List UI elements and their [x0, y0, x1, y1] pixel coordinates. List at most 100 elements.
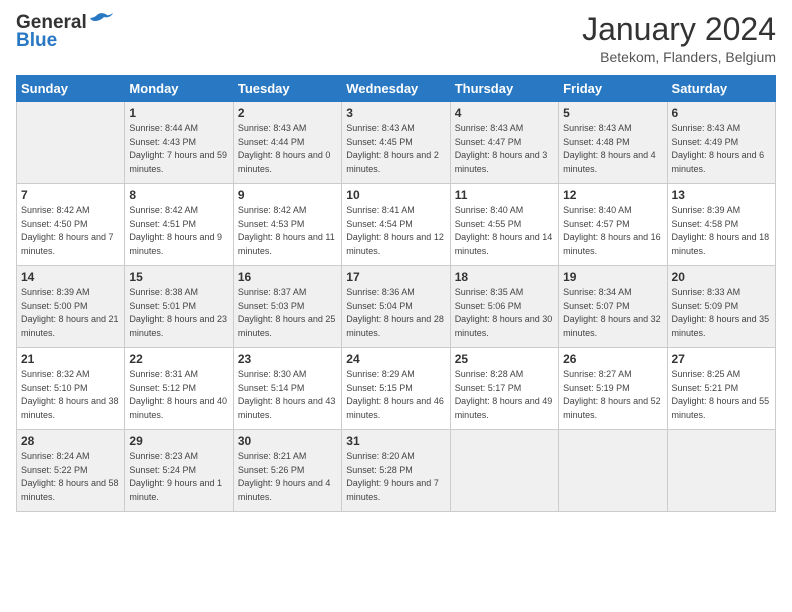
calendar-cell: 4 Sunrise: 8:43 AMSunset: 4:47 PMDaylight… — [450, 102, 558, 184]
day-number: 2 — [238, 106, 337, 120]
calendar-cell: 12 Sunrise: 8:40 AMSunset: 4:57 PMDayligh… — [559, 184, 667, 266]
day-info: Sunrise: 8:33 AMSunset: 5:09 PMDaylight:… — [672, 287, 770, 338]
calendar-cell: 5Sunrise: 8:43 AMSunset: 4:48 PMDaylight… — [559, 102, 667, 184]
calendar-cell: 6 Sunrise: 8:43 AMSunset: 4:49 PMDaylight… — [667, 102, 775, 184]
day-info: Sunrise: 8:23 AMSunset: 5:24 PMDaylight:… — [129, 451, 222, 502]
calendar-cell — [17, 102, 125, 184]
calendar-cell: 30 Sunrise: 8:21 AMSunset: 5:26 PMDayligh… — [233, 430, 341, 512]
day-info: Sunrise: 8:43 AMSunset: 4:48 PMDaylight:… — [563, 123, 656, 174]
day-info: Sunrise: 8:29 AMSunset: 5:15 PMDaylight:… — [346, 369, 444, 420]
day-info: Sunrise: 8:43 AMSunset: 4:47 PMDaylight:… — [455, 123, 548, 174]
calendar-cell: 11 Sunrise: 8:40 AMSunset: 4:55 PMDayligh… — [450, 184, 558, 266]
calendar-cell: 3 Sunrise: 8:43 AMSunset: 4:45 PMDaylight… — [342, 102, 450, 184]
calendar-cell — [559, 430, 667, 512]
day-info: Sunrise: 8:42 AMSunset: 4:51 PMDaylight:… — [129, 205, 222, 256]
day-info: Sunrise: 8:20 AMSunset: 5:28 PMDaylight:… — [346, 451, 439, 502]
calendar-cell — [450, 430, 558, 512]
day-number: 14 — [21, 270, 120, 284]
location-subtitle: Betekom, Flanders, Belgium — [582, 49, 776, 65]
calendar-cell: 31Sunrise: 8:20 AMSunset: 5:28 PMDayligh… — [342, 430, 450, 512]
header-sunday: Sunday — [17, 76, 125, 102]
calendar-week-4: 21 Sunrise: 8:32 AMSunset: 5:10 PMDayligh… — [17, 348, 776, 430]
page-container: General Blue January 2024 Betekom, Fland… — [0, 0, 792, 522]
header-monday: Monday — [125, 76, 233, 102]
day-number: 25 — [455, 352, 554, 366]
day-info: Sunrise: 8:27 AMSunset: 5:19 PMDaylight:… — [563, 369, 661, 420]
day-number: 13 — [672, 188, 771, 202]
day-number: 16 — [238, 270, 337, 284]
header-friday: Friday — [559, 76, 667, 102]
day-info: Sunrise: 8:42 AMSunset: 4:50 PMDaylight:… — [21, 205, 114, 256]
calendar-cell: 24 Sunrise: 8:29 AMSunset: 5:15 PMDayligh… — [342, 348, 450, 430]
day-info: Sunrise: 8:43 AMSunset: 4:45 PMDaylight:… — [346, 123, 439, 174]
calendar-cell: 26 Sunrise: 8:27 AMSunset: 5:19 PMDayligh… — [559, 348, 667, 430]
day-number: 7 — [21, 188, 120, 202]
day-number: 15 — [129, 270, 228, 284]
day-number: 26 — [563, 352, 662, 366]
header-saturday: Saturday — [667, 76, 775, 102]
calendar-week-3: 14 Sunrise: 8:39 AMSunset: 5:00 PMDayligh… — [17, 266, 776, 348]
calendar-cell: 22 Sunrise: 8:31 AMSunset: 5:12 PMDayligh… — [125, 348, 233, 430]
header-thursday: Thursday — [450, 76, 558, 102]
day-number: 19 — [563, 270, 662, 284]
day-info: Sunrise: 8:39 AMSunset: 5:00 PMDaylight:… — [21, 287, 119, 338]
day-info: Sunrise: 8:28 AMSunset: 5:17 PMDaylight:… — [455, 369, 553, 420]
calendar-week-2: 7 Sunrise: 8:42 AMSunset: 4:50 PMDaylight… — [17, 184, 776, 266]
calendar-header-row: Sunday Monday Tuesday Wednesday Thursday… — [17, 76, 776, 102]
logo-blue: Blue — [16, 30, 57, 52]
day-number: 12 — [563, 188, 662, 202]
header-wednesday: Wednesday — [342, 76, 450, 102]
day-info: Sunrise: 8:38 AMSunset: 5:01 PMDaylight:… — [129, 287, 227, 338]
day-number: 22 — [129, 352, 228, 366]
calendar-table: Sunday Monday Tuesday Wednesday Thursday… — [16, 75, 776, 512]
day-number: 27 — [672, 352, 771, 366]
day-number: 10 — [346, 188, 445, 202]
calendar-cell: 9Sunrise: 8:42 AMSunset: 4:53 PMDaylight… — [233, 184, 341, 266]
day-info: Sunrise: 8:44 AMSunset: 4:43 PMDaylight:… — [129, 123, 227, 174]
calendar-cell: 8Sunrise: 8:42 AMSunset: 4:51 PMDaylight… — [125, 184, 233, 266]
calendar-cell: 21 Sunrise: 8:32 AMSunset: 5:10 PMDayligh… — [17, 348, 125, 430]
day-number: 21 — [21, 352, 120, 366]
calendar-cell: 29 Sunrise: 8:23 AMSunset: 5:24 PMDayligh… — [125, 430, 233, 512]
calendar-cell: 1Sunrise: 8:44 AMSunset: 4:43 PMDaylight… — [125, 102, 233, 184]
calendar-cell: 13 Sunrise: 8:39 AMSunset: 4:58 PMDayligh… — [667, 184, 775, 266]
day-number: 4 — [455, 106, 554, 120]
day-info: Sunrise: 8:24 AMSunset: 5:22 PMDaylight:… — [21, 451, 119, 502]
day-number: 24 — [346, 352, 445, 366]
calendar-cell: 19Sunrise: 8:34 AMSunset: 5:07 PMDayligh… — [559, 266, 667, 348]
day-number: 30 — [238, 434, 337, 448]
day-number: 18 — [455, 270, 554, 284]
calendar-cell: 16 Sunrise: 8:37 AMSunset: 5:03 PMDayligh… — [233, 266, 341, 348]
calendar-cell: 27 Sunrise: 8:25 AMSunset: 5:21 PMDayligh… — [667, 348, 775, 430]
calendar-cell: 10 Sunrise: 8:41 AMSunset: 4:54 PMDayligh… — [342, 184, 450, 266]
day-info: Sunrise: 8:31 AMSunset: 5:12 PMDaylight:… — [129, 369, 227, 420]
day-number: 17 — [346, 270, 445, 284]
logo: General Blue — [16, 12, 115, 52]
day-info: Sunrise: 8:21 AMSunset: 5:26 PMDaylight:… — [238, 451, 331, 502]
day-number: 11 — [455, 188, 554, 202]
day-info: Sunrise: 8:32 AMSunset: 5:10 PMDaylight:… — [21, 369, 119, 420]
header-tuesday: Tuesday — [233, 76, 341, 102]
calendar-cell: 2Sunrise: 8:43 AMSunset: 4:44 PMDaylight… — [233, 102, 341, 184]
calendar-cell: 17Sunrise: 8:36 AMSunset: 5:04 PMDayligh… — [342, 266, 450, 348]
calendar-week-5: 28Sunrise: 8:24 AMSunset: 5:22 PMDayligh… — [17, 430, 776, 512]
day-info: Sunrise: 8:42 AMSunset: 4:53 PMDaylight:… — [238, 205, 335, 256]
month-title: January 2024 — [582, 12, 776, 47]
calendar-week-1: 1Sunrise: 8:44 AMSunset: 4:43 PMDaylight… — [17, 102, 776, 184]
day-number: 3 — [346, 106, 445, 120]
logo-bird-icon — [89, 11, 115, 33]
day-info: Sunrise: 8:40 AMSunset: 4:57 PMDaylight:… — [563, 205, 661, 256]
title-block: January 2024 Betekom, Flanders, Belgium — [582, 12, 776, 65]
day-number: 23 — [238, 352, 337, 366]
day-number: 6 — [672, 106, 771, 120]
day-number: 29 — [129, 434, 228, 448]
day-info: Sunrise: 8:25 AMSunset: 5:21 PMDaylight:… — [672, 369, 770, 420]
calendar-cell — [667, 430, 775, 512]
day-info: Sunrise: 8:43 AMSunset: 4:49 PMDaylight:… — [672, 123, 765, 174]
day-info: Sunrise: 8:39 AMSunset: 4:58 PMDaylight:… — [672, 205, 770, 256]
calendar-cell: 18 Sunrise: 8:35 AMSunset: 5:06 PMDayligh… — [450, 266, 558, 348]
day-info: Sunrise: 8:40 AMSunset: 4:55 PMDaylight:… — [455, 205, 553, 256]
day-info: Sunrise: 8:41 AMSunset: 4:54 PMDaylight:… — [346, 205, 444, 256]
day-info: Sunrise: 8:37 AMSunset: 5:03 PMDaylight:… — [238, 287, 336, 338]
day-info: Sunrise: 8:35 AMSunset: 5:06 PMDaylight:… — [455, 287, 553, 338]
